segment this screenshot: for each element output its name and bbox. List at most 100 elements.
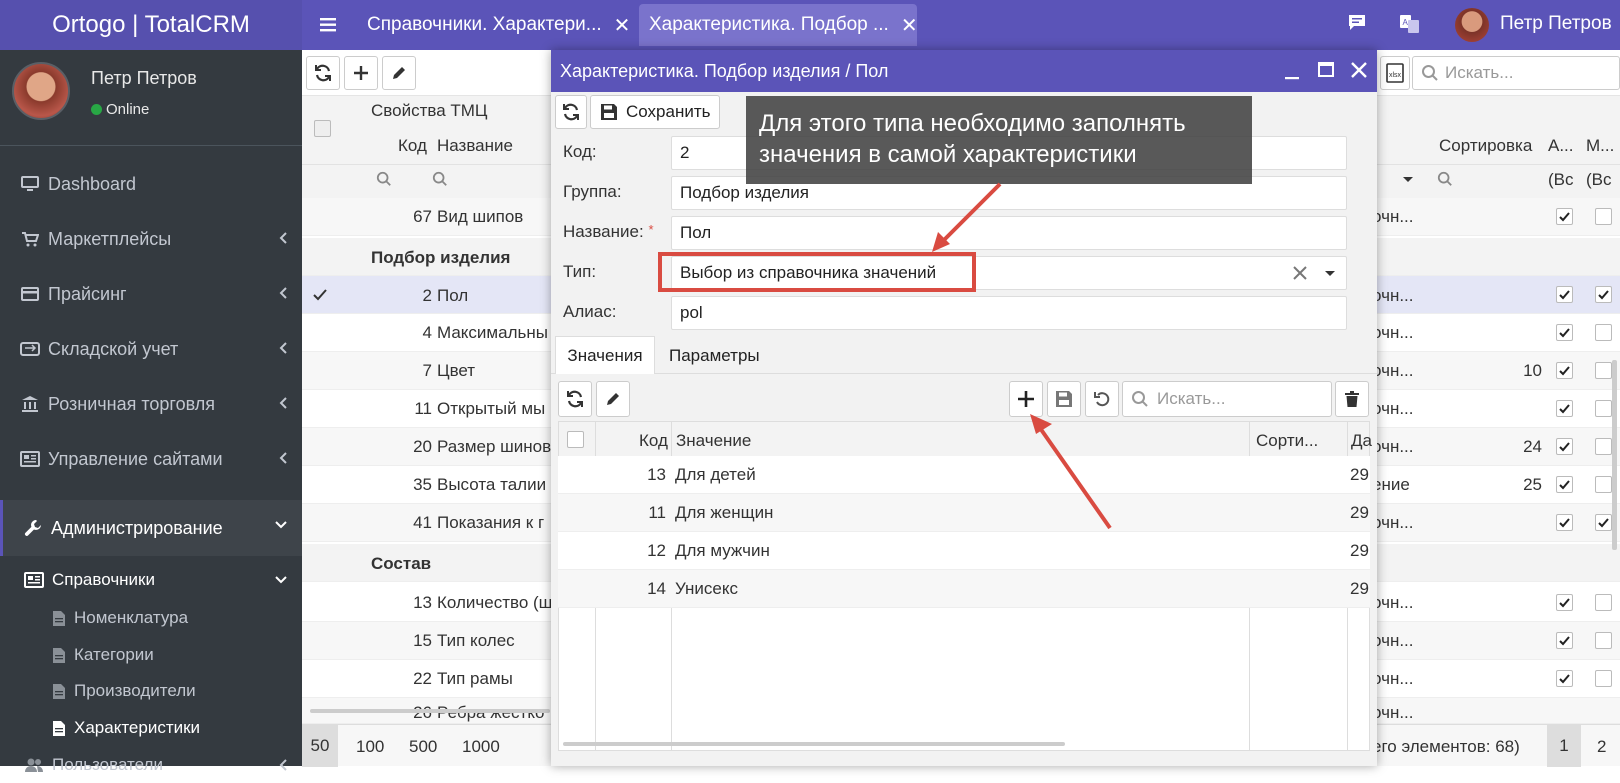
select-all-checkbox[interactable] (567, 431, 584, 448)
filter-dropdown-icon[interactable] (1402, 176, 1414, 184)
values-undo-button[interactable] (1085, 381, 1119, 417)
dialog-title-bar[interactable]: Характеристика. Подбор изделия / Пол (551, 50, 1377, 92)
export-xlsx-button[interactable]: xlsx (1380, 56, 1410, 90)
select-all-checkbox[interactable] (314, 120, 331, 137)
add-button[interactable] (344, 56, 378, 90)
sidebar-item-nomenclature[interactable]: Номенклатура (0, 600, 302, 636)
horizontal-scrollbar[interactable] (563, 742, 1065, 746)
filter-all-m[interactable]: (Вс (1586, 170, 1612, 190)
values-edit-button[interactable] (596, 381, 630, 417)
refresh-button[interactable] (306, 56, 340, 90)
sidebar-item-marketplaces[interactable]: Маркетплейсы (0, 215, 302, 263)
checkbox-a[interactable] (1556, 362, 1573, 379)
language-icon[interactable]: A (1398, 12, 1422, 36)
page-size-option[interactable]: 50 (302, 725, 338, 767)
checkbox-a[interactable] (1556, 476, 1573, 493)
checkbox-m[interactable] (1595, 400, 1612, 417)
values-search-input[interactable]: Искать... (1122, 381, 1332, 417)
values-add-button[interactable] (1009, 381, 1043, 417)
sidebar-item-pricing[interactable]: Прайсинг (0, 270, 302, 318)
checkbox-m[interactable] (1595, 324, 1612, 341)
checkbox-a[interactable] (1556, 438, 1573, 455)
tab-characteristic-edit[interactable]: Характеристика. Подбор ... ✕ (639, 4, 918, 46)
sidebar-item-categories[interactable]: Категории (0, 637, 302, 673)
chat-icon[interactable] (1346, 12, 1368, 34)
checkbox-m[interactable] (1595, 670, 1612, 687)
page-number[interactable]: 1 (1547, 725, 1581, 767)
close-icon[interactable]: ✕ (614, 13, 631, 38)
sidebar-item-users[interactable]: Пользователи (0, 747, 302, 783)
close-icon[interactable]: ✕ (901, 13, 918, 38)
sidebar-user-name[interactable]: Петр Петров (91, 68, 197, 89)
brand-logo[interactable]: Ortogo | TotalCRM (0, 0, 302, 50)
filter-search-icon[interactable] (376, 171, 392, 187)
column-value[interactable]: Значение (676, 431, 751, 451)
sidebar-item-dashboard[interactable]: Dashboard (0, 160, 302, 208)
checkbox-a[interactable] (1556, 324, 1573, 341)
filter-search-icon[interactable] (1437, 171, 1453, 187)
checkbox-m[interactable] (1595, 594, 1612, 611)
page-number[interactable]: 2 (1597, 737, 1606, 757)
row-check-icon[interactable] (312, 287, 328, 303)
column-sort[interactable]: Сортировка (1439, 136, 1532, 156)
sidebar-item-retail[interactable]: Розничная торговля (0, 380, 302, 428)
checkbox-m[interactable] (1595, 362, 1612, 379)
tab-characteristics-list[interactable]: Справочники. Характери... ✕ (357, 4, 639, 46)
page-size-option[interactable]: 1000 (462, 737, 500, 757)
checkbox-m[interactable] (1595, 514, 1612, 531)
filter-search-icon[interactable] (432, 171, 448, 187)
column-m[interactable]: М... (1586, 136, 1614, 156)
edit-button[interactable] (382, 56, 416, 90)
checkbox-a[interactable] (1556, 670, 1573, 687)
vertical-scrollbar[interactable] (1612, 360, 1617, 550)
minimize-icon[interactable] (1283, 64, 1301, 82)
menu-toggle-icon[interactable] (316, 12, 342, 38)
tab-values[interactable]: Значения (555, 336, 655, 374)
column-code[interactable]: Код (398, 136, 427, 156)
checkbox-a[interactable] (1556, 400, 1573, 417)
sidebar-item-characteristics[interactable]: Характеристики (0, 710, 302, 746)
page-size-option[interactable]: 500 (409, 737, 437, 757)
column-a[interactable]: А... (1548, 136, 1574, 156)
grid-search-input[interactable]: Искать... (1412, 56, 1620, 90)
checkbox-a[interactable] (1556, 514, 1573, 531)
column-name[interactable]: Название (437, 136, 513, 156)
dialog-refresh-button[interactable] (555, 95, 587, 129)
avatar[interactable] (1455, 8, 1489, 42)
list-item[interactable]: 11 Для женщин 29 (558, 494, 1370, 532)
checkbox-a[interactable] (1556, 594, 1573, 611)
checkbox-a[interactable] (1556, 632, 1573, 649)
checkbox-m[interactable] (1595, 208, 1612, 225)
user-name[interactable]: Петр Петров (1500, 13, 1612, 35)
filter-all-a[interactable]: (Вс (1548, 170, 1574, 190)
checkbox-a[interactable] (1556, 286, 1573, 303)
column-date[interactable]: Да (1351, 431, 1372, 451)
name-field[interactable]: Пол (671, 216, 1347, 250)
sidebar-item-warehouse[interactable]: Складской учет (0, 325, 302, 373)
checkbox-m[interactable] (1595, 286, 1612, 303)
checkbox-a[interactable] (1556, 208, 1573, 225)
sidebar-item-sites[interactable]: Управление сайтами (0, 435, 302, 483)
list-item[interactable]: 14 Унисекс 29 (558, 570, 1370, 608)
page-size-option[interactable]: 100 (356, 737, 384, 757)
values-refresh-button[interactable] (558, 381, 592, 417)
column-code[interactable]: Код (639, 431, 668, 451)
sidebar-item-directories[interactable]: Справочники (0, 562, 302, 598)
chevron-down-icon[interactable] (1324, 270, 1336, 278)
values-delete-button[interactable] (1335, 381, 1369, 417)
sidebar-item-manufacturers[interactable]: Производители (0, 673, 302, 709)
close-icon[interactable] (1349, 60, 1369, 80)
column-sort[interactable]: Сорти... (1256, 431, 1318, 451)
values-save-button[interactable] (1047, 381, 1081, 417)
maximize-icon[interactable] (1317, 61, 1335, 79)
horizontal-scrollbar[interactable] (310, 709, 550, 713)
sidebar-item-administration[interactable]: Администрирование (0, 500, 302, 556)
tab-parameters[interactable]: Параметры (669, 346, 760, 366)
list-item[interactable]: 12 Для мужчин 29 (558, 532, 1370, 570)
alias-field[interactable]: pol (671, 296, 1347, 330)
checkbox-m[interactable] (1595, 476, 1612, 493)
checkbox-m[interactable] (1595, 438, 1612, 455)
checkbox-m[interactable] (1595, 632, 1612, 649)
list-item[interactable]: 13 Для детей 29 (558, 456, 1370, 494)
clear-icon[interactable] (1292, 265, 1308, 281)
